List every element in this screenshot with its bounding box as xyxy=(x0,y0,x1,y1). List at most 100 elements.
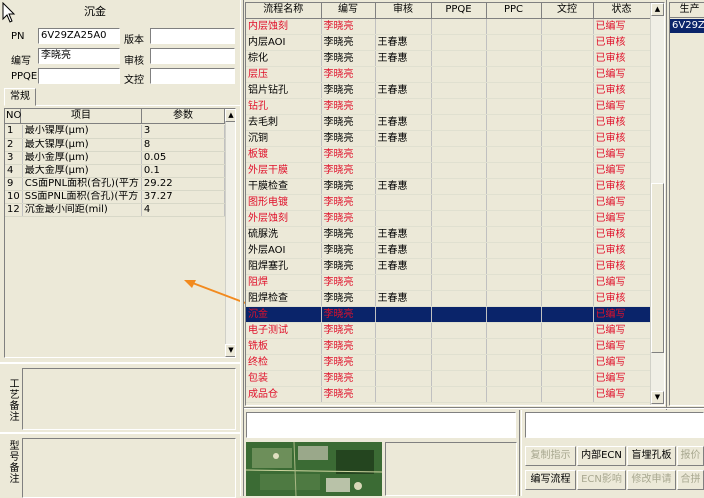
version-field[interactable] xyxy=(150,28,235,44)
flow-cell-ppc xyxy=(486,226,542,243)
flow-grid[interactable]: 流程名称 编写 审核 PPQE PPC 文控 状态 内层蚀刻 李晓亮 已编写 内层AO… xyxy=(245,2,665,406)
production-header[interactable]: 生产 xyxy=(670,3,704,18)
flow-scrollbar[interactable]: ▲ ▼ xyxy=(650,3,664,405)
flow-row[interactable]: 层压 李晓亮 已编写 xyxy=(246,66,651,83)
internal-ecn-button[interactable]: 内部ECN xyxy=(577,446,626,466)
flow-scroll-up-icon[interactable]: ▲ xyxy=(651,3,664,16)
params-row[interactable]: 12 沉金最小间距(mil) 4 xyxy=(5,203,226,217)
params-row[interactable]: 4 最大金厚(μm) 0.1 xyxy=(5,164,226,178)
flow-row[interactable]: 去毛刺 李晓亮 王春惠 已审核 xyxy=(246,114,651,131)
params-cell-item: 最小金厚(μm) xyxy=(22,151,142,165)
remark-process-textarea[interactable] xyxy=(22,368,236,430)
flow-cell-status: 已编写 xyxy=(593,162,651,179)
quote-button[interactable]: 报价 xyxy=(677,446,704,466)
flow-cell-doc-control xyxy=(541,178,594,195)
remark-model-textarea[interactable] xyxy=(22,438,236,498)
params-grid[interactable]: NO 项目 参数 1 最小镍厚(μm) 3 2 最大镍厚(μm) 8 3 最小金厚(μm) 0.… xyxy=(4,108,236,358)
buried-hole-board-button[interactable]: 盲埋孔板 xyxy=(627,446,676,466)
params-header-value[interactable]: 参数 xyxy=(142,109,225,124)
flow-row[interactable]: 沉铜 李晓亮 王春惠 已审核 xyxy=(246,130,651,147)
params-cell-value: 0.05 xyxy=(141,151,226,165)
flow-header-ppqe[interactable]: PPQE xyxy=(431,3,487,19)
flow-cell-doc-control xyxy=(541,162,594,179)
flow-cell-reviewer xyxy=(375,370,432,387)
flow-cell-ppqe xyxy=(431,34,487,51)
ppqe-field[interactable] xyxy=(38,68,120,84)
flow-row[interactable]: 干膜检查 李晓亮 王春惠 已审核 xyxy=(246,178,651,195)
merge-button[interactable]: 合拼 xyxy=(677,470,704,490)
flow-row[interactable]: 外层AOI 李晓亮 王春惠 已审核 xyxy=(246,242,651,259)
flow-header-reviewer[interactable]: 审核 xyxy=(375,3,432,19)
copy-instruction-button[interactable]: 复制指示 xyxy=(525,446,576,466)
flow-cell-reviewer: 王春惠 xyxy=(375,242,432,259)
flow-cell-ppqe xyxy=(431,338,487,355)
tab-general[interactable]: 常规 xyxy=(4,88,36,106)
flow-row[interactable]: 内层AOI 李晓亮 王春惠 已审核 xyxy=(246,34,651,51)
params-row[interactable]: 9 CS面PNL面积(合孔)(平方 29.22 xyxy=(5,177,226,191)
flow-cell-author: 李晓亮 xyxy=(321,226,376,243)
production-item[interactable]: 6V29ZA xyxy=(670,19,704,33)
tab-general-label: 常规 xyxy=(10,91,30,102)
flow-cell-doc-control xyxy=(541,34,594,51)
flow-row[interactable]: 成品仓 李晓亮 已编写 xyxy=(246,386,651,403)
production-list[interactable]: 生产 6V29ZA xyxy=(669,2,704,406)
params-row[interactable]: 1 最小镍厚(μm) 3 xyxy=(5,125,226,139)
flow-row[interactable]: 硫脲洗 李晓亮 王春惠 已审核 xyxy=(246,226,651,243)
flow-header-status[interactable]: 状态 xyxy=(593,3,651,19)
flow-row[interactable]: 阻焊塞孔 李晓亮 王春惠 已审核 xyxy=(246,258,651,275)
flow-row[interactable]: 图形电镀 李晓亮 已编写 xyxy=(246,194,651,211)
params-row[interactable]: 10 SS面PNL面积(合孔)(平方 37.27 xyxy=(5,190,226,204)
vertical-splitter[interactable] xyxy=(240,0,244,496)
flow-cell-name: 干膜检查 xyxy=(246,178,322,195)
flow-cell-doc-control xyxy=(541,82,594,99)
flow-cell-status: 已审核 xyxy=(593,130,651,147)
flow-header-doc-control[interactable]: 文控 xyxy=(541,3,594,19)
doc-control-field[interactable] xyxy=(150,68,235,84)
note-input[interactable] xyxy=(525,412,704,438)
modify-apply-button[interactable]: 修改申请 xyxy=(627,470,676,490)
flow-row[interactable]: 沉金 李晓亮 已编写 xyxy=(246,306,651,323)
ecn-effect-button[interactable]: ECN影响 xyxy=(577,470,626,490)
flow-row[interactable]: 内层蚀刻 李晓亮 已编写 xyxy=(246,18,651,35)
params-scrollbar[interactable]: ▲ ▼ xyxy=(225,109,235,357)
ppqe-label: PPQE xyxy=(11,71,38,82)
params-header-item[interactable]: 项目 xyxy=(21,109,142,124)
flow-row[interactable]: 钻孔 李晓亮 已编写 xyxy=(246,98,651,115)
params-row[interactable]: 3 最小金厚(μm) 0.05 xyxy=(5,151,226,165)
edit-flow-button[interactable]: 编写流程 xyxy=(525,470,576,490)
flow-row[interactable]: 板镀 李晓亮 已编写 xyxy=(246,146,651,163)
scroll-down-icon[interactable]: ▼ xyxy=(225,344,235,357)
flow-cell-author: 李晓亮 xyxy=(321,162,376,179)
tab-strip-line xyxy=(36,105,240,106)
review-field[interactable] xyxy=(150,48,235,64)
flow-scroll-down-icon[interactable]: ▼ xyxy=(651,391,664,404)
flow-header-author[interactable]: 编写 xyxy=(321,3,376,19)
author-field[interactable]: 李晓亮 xyxy=(38,48,120,64)
flow-row[interactable]: 阻焊检查 李晓亮 王春惠 已审核 xyxy=(246,290,651,307)
flow-row[interactable]: 电子测试 李晓亮 已编写 xyxy=(246,322,651,339)
flow-row[interactable]: 铝片钻孔 李晓亮 王春惠 已审核 xyxy=(246,82,651,99)
flow-row[interactable]: 外层干膜 李晓亮 已编写 xyxy=(246,162,651,179)
flow-row[interactable]: 外层蚀刻 李晓亮 已编写 xyxy=(246,210,651,227)
flow-cell-ppc xyxy=(486,66,542,83)
params-header-no[interactable]: NO xyxy=(5,109,21,124)
flow-cell-ppqe xyxy=(431,354,487,371)
flow-header-ppc[interactable]: PPC xyxy=(486,3,542,19)
flow-cell-status: 已审核 xyxy=(593,178,651,195)
flow-scroll-thumb[interactable] xyxy=(651,183,664,353)
flow-remark-input[interactable] xyxy=(246,412,516,438)
flow-row[interactable]: 终检 李晓亮 已编写 xyxy=(246,354,651,371)
flow-cell-ppqe xyxy=(431,66,487,83)
flow-row[interactable]: 包装 李晓亮 已编写 xyxy=(246,370,651,387)
flow-cell-doc-control xyxy=(541,146,594,163)
flow-row[interactable]: 铣板 李晓亮 已编写 xyxy=(246,338,651,355)
flow-row[interactable]: 阻焊 李晓亮 已编写 xyxy=(246,274,651,291)
flow-row[interactable]: 棕化 李晓亮 王春惠 已审核 xyxy=(246,50,651,67)
flow-cell-ppqe xyxy=(431,226,487,243)
flow-cell-name: 沉铜 xyxy=(246,130,322,147)
scroll-up-icon[interactable]: ▲ xyxy=(225,109,235,122)
pn-field[interactable]: 6V29ZA25A0 xyxy=(38,28,120,44)
params-row[interactable]: 2 最大镍厚(μm) 8 xyxy=(5,138,226,152)
flow-header-name[interactable]: 流程名称 xyxy=(246,3,322,19)
flow-cell-ppc xyxy=(486,274,542,291)
